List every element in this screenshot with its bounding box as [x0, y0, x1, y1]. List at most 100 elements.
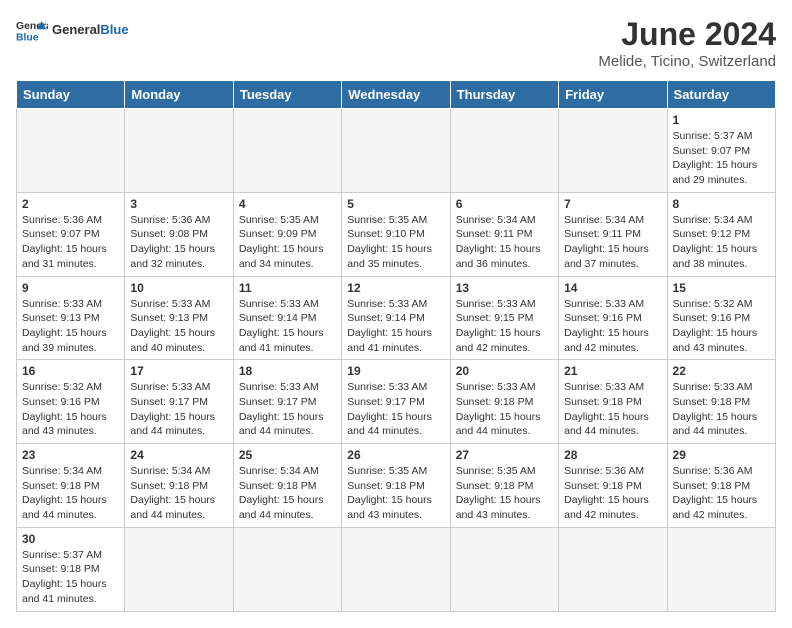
calendar-cell: [342, 109, 450, 193]
day-info: Sunrise: 5:33 AM Sunset: 9:17 PM Dayligh…: [239, 380, 336, 439]
calendar-cell: 1Sunrise: 5:37 AM Sunset: 9:07 PM Daylig…: [667, 109, 775, 193]
calendar-cell: [125, 527, 233, 611]
day-number: 14: [564, 281, 661, 295]
calendar-cell: 3Sunrise: 5:36 AM Sunset: 9:08 PM Daylig…: [125, 192, 233, 276]
calendar-cell: [17, 109, 125, 193]
calendar-cell: 19 Sunrise: 5:33 AM Sunset: 9:17 PM Dayli…: [342, 360, 450, 444]
day-info: Sunrise: 5:34 AM Sunset: 9:18 PM Dayligh…: [130, 464, 227, 523]
day-info: Sunrise: 5:33 AM Sunset: 9:15 PM Dayligh…: [456, 297, 553, 356]
day-number: 12: [347, 281, 444, 295]
calendar-cell: 26 Sunrise: 5:35 AM Sunset: 9:18 PM Dayli…: [342, 444, 450, 528]
day-number: 5: [347, 197, 444, 211]
calendar-table: SundayMondayTuesdayWednesdayThursdayFrid…: [16, 80, 776, 612]
calendar-cell: 28 Sunrise: 5:36 AM Sunset: 9:18 PM Dayli…: [559, 444, 667, 528]
day-number: 6: [456, 197, 553, 211]
calendar-subtitle: Melide, Ticino, Switzerland: [598, 53, 776, 70]
calendar-cell: 10 Sunrise: 5:33 AM Sunset: 9:13 PM Dayli…: [125, 276, 233, 360]
column-header-monday: Monday: [125, 81, 233, 109]
logo-general: General: [52, 22, 100, 37]
day-number: 28: [564, 448, 661, 462]
day-info: Sunrise: 5:35 AM Sunset: 9:18 PM Dayligh…: [347, 464, 444, 523]
column-header-thursday: Thursday: [450, 81, 558, 109]
day-number: 18: [239, 364, 336, 378]
day-number: 27: [456, 448, 553, 462]
calendar-week-2: 2Sunrise: 5:36 AM Sunset: 9:07 PM Daylig…: [17, 192, 776, 276]
day-number: 29: [673, 448, 770, 462]
calendar-cell: 29 Sunrise: 5:36 AM Sunset: 9:18 PM Dayli…: [667, 444, 775, 528]
day-info: Sunrise: 5:33 AM Sunset: 9:13 PM Dayligh…: [22, 297, 119, 356]
day-info: Sunrise: 5:34 AM Sunset: 9:12 PM Dayligh…: [673, 213, 770, 272]
calendar-week-6: 30 Sunrise: 5:37 AM Sunset: 9:18 PM Dayli…: [17, 527, 776, 611]
calendar-cell: 20Sunrise: 5:33 AM Sunset: 9:18 PM Dayli…: [450, 360, 558, 444]
day-number: 4: [239, 197, 336, 211]
day-number: 23: [22, 448, 119, 462]
calendar-cell: 8 Sunrise: 5:34 AM Sunset: 9:12 PM Daylig…: [667, 192, 775, 276]
calendar-cell: 25Sunrise: 5:34 AM Sunset: 9:18 PM Dayli…: [233, 444, 341, 528]
calendar-cell: 17Sunrise: 5:33 AM Sunset: 9:17 PM Dayli…: [125, 360, 233, 444]
calendar-cell: 4Sunrise: 5:35 AM Sunset: 9:09 PM Daylig…: [233, 192, 341, 276]
day-info: Sunrise: 5:33 AM Sunset: 9:18 PM Dayligh…: [564, 380, 661, 439]
day-number: 7: [564, 197, 661, 211]
day-number: 9: [22, 281, 119, 295]
day-info: Sunrise: 5:33 AM Sunset: 9:13 PM Dayligh…: [130, 297, 227, 356]
day-info: Sunrise: 5:35 AM Sunset: 9:18 PM Dayligh…: [456, 464, 553, 523]
day-info: Sunrise: 5:33 AM Sunset: 9:18 PM Dayligh…: [456, 380, 553, 439]
day-number: 24: [130, 448, 227, 462]
calendar-cell: 14 Sunrise: 5:33 AM Sunset: 9:16 PM Dayli…: [559, 276, 667, 360]
calendar-week-1: 1Sunrise: 5:37 AM Sunset: 9:07 PM Daylig…: [17, 109, 776, 193]
calendar-cell: 22Sunrise: 5:33 AM Sunset: 9:18 PM Dayli…: [667, 360, 775, 444]
day-number: 25: [239, 448, 336, 462]
day-info: Sunrise: 5:33 AM Sunset: 9:18 PM Dayligh…: [673, 380, 770, 439]
calendar-week-5: 23 Sunrise: 5:34 AM Sunset: 9:18 PM Dayli…: [17, 444, 776, 528]
day-number: 10: [130, 281, 227, 295]
calendar-cell: [667, 527, 775, 611]
day-info: Sunrise: 5:36 AM Sunset: 9:18 PM Dayligh…: [564, 464, 661, 523]
calendar-cell: 5 Sunrise: 5:35 AM Sunset: 9:10 PM Daylig…: [342, 192, 450, 276]
calendar-cell: 2Sunrise: 5:36 AM Sunset: 9:07 PM Daylig…: [17, 192, 125, 276]
day-number: 15: [673, 281, 770, 295]
calendar-cell: 6Sunrise: 5:34 AM Sunset: 9:11 PM Daylig…: [450, 192, 558, 276]
column-header-friday: Friday: [559, 81, 667, 109]
calendar-week-4: 16 Sunrise: 5:32 AM Sunset: 9:16 PM Dayli…: [17, 360, 776, 444]
day-number: 17: [130, 364, 227, 378]
day-number: 30: [22, 532, 119, 546]
day-info: Sunrise: 5:32 AM Sunset: 9:16 PM Dayligh…: [673, 297, 770, 356]
generalblue-logo-icon: General Blue: [16, 16, 48, 44]
day-number: 21: [564, 364, 661, 378]
calendar-cell: [125, 109, 233, 193]
column-header-tuesday: Tuesday: [233, 81, 341, 109]
day-number: 26: [347, 448, 444, 462]
header: General Blue GeneralBlue June 2024 Melid…: [16, 16, 776, 70]
column-header-wednesday: Wednesday: [342, 81, 450, 109]
day-info: Sunrise: 5:32 AM Sunset: 9:16 PM Dayligh…: [22, 380, 119, 439]
calendar-week-3: 9 Sunrise: 5:33 AM Sunset: 9:13 PM Daylig…: [17, 276, 776, 360]
day-info: Sunrise: 5:33 AM Sunset: 9:17 PM Dayligh…: [347, 380, 444, 439]
day-number: 3: [130, 197, 227, 211]
calendar-cell: [559, 109, 667, 193]
calendar-cell: [450, 527, 558, 611]
calendar-cell: 13Sunrise: 5:33 AM Sunset: 9:15 PM Dayli…: [450, 276, 558, 360]
day-info: Sunrise: 5:33 AM Sunset: 9:16 PM Dayligh…: [564, 297, 661, 356]
day-info: Sunrise: 5:34 AM Sunset: 9:18 PM Dayligh…: [22, 464, 119, 523]
day-number: 19: [347, 364, 444, 378]
day-info: Sunrise: 5:37 AM Sunset: 9:18 PM Dayligh…: [22, 548, 119, 607]
calendar-cell: [342, 527, 450, 611]
day-number: 11: [239, 281, 336, 295]
day-info: Sunrise: 5:33 AM Sunset: 9:14 PM Dayligh…: [347, 297, 444, 356]
calendar-cell: 18 Sunrise: 5:33 AM Sunset: 9:17 PM Dayli…: [233, 360, 341, 444]
day-number: 2: [22, 197, 119, 211]
calendar-cell: 15 Sunrise: 5:32 AM Sunset: 9:16 PM Dayli…: [667, 276, 775, 360]
calendar-cell: 9 Sunrise: 5:33 AM Sunset: 9:13 PM Daylig…: [17, 276, 125, 360]
calendar-cell: 16 Sunrise: 5:32 AM Sunset: 9:16 PM Dayli…: [17, 360, 125, 444]
day-info: Sunrise: 5:36 AM Sunset: 9:18 PM Dayligh…: [673, 464, 770, 523]
calendar-title: June 2024: [598, 16, 776, 53]
calendar-cell: [559, 527, 667, 611]
day-info: Sunrise: 5:33 AM Sunset: 9:14 PM Dayligh…: [239, 297, 336, 356]
logo: General Blue GeneralBlue: [16, 16, 129, 44]
calendar-cell: 23 Sunrise: 5:34 AM Sunset: 9:18 PM Dayli…: [17, 444, 125, 528]
day-number: 16: [22, 364, 119, 378]
day-number: 8: [673, 197, 770, 211]
logo-blue: Blue: [100, 22, 128, 37]
calendar-cell: [233, 109, 341, 193]
day-info: Sunrise: 5:35 AM Sunset: 9:10 PM Dayligh…: [347, 213, 444, 272]
